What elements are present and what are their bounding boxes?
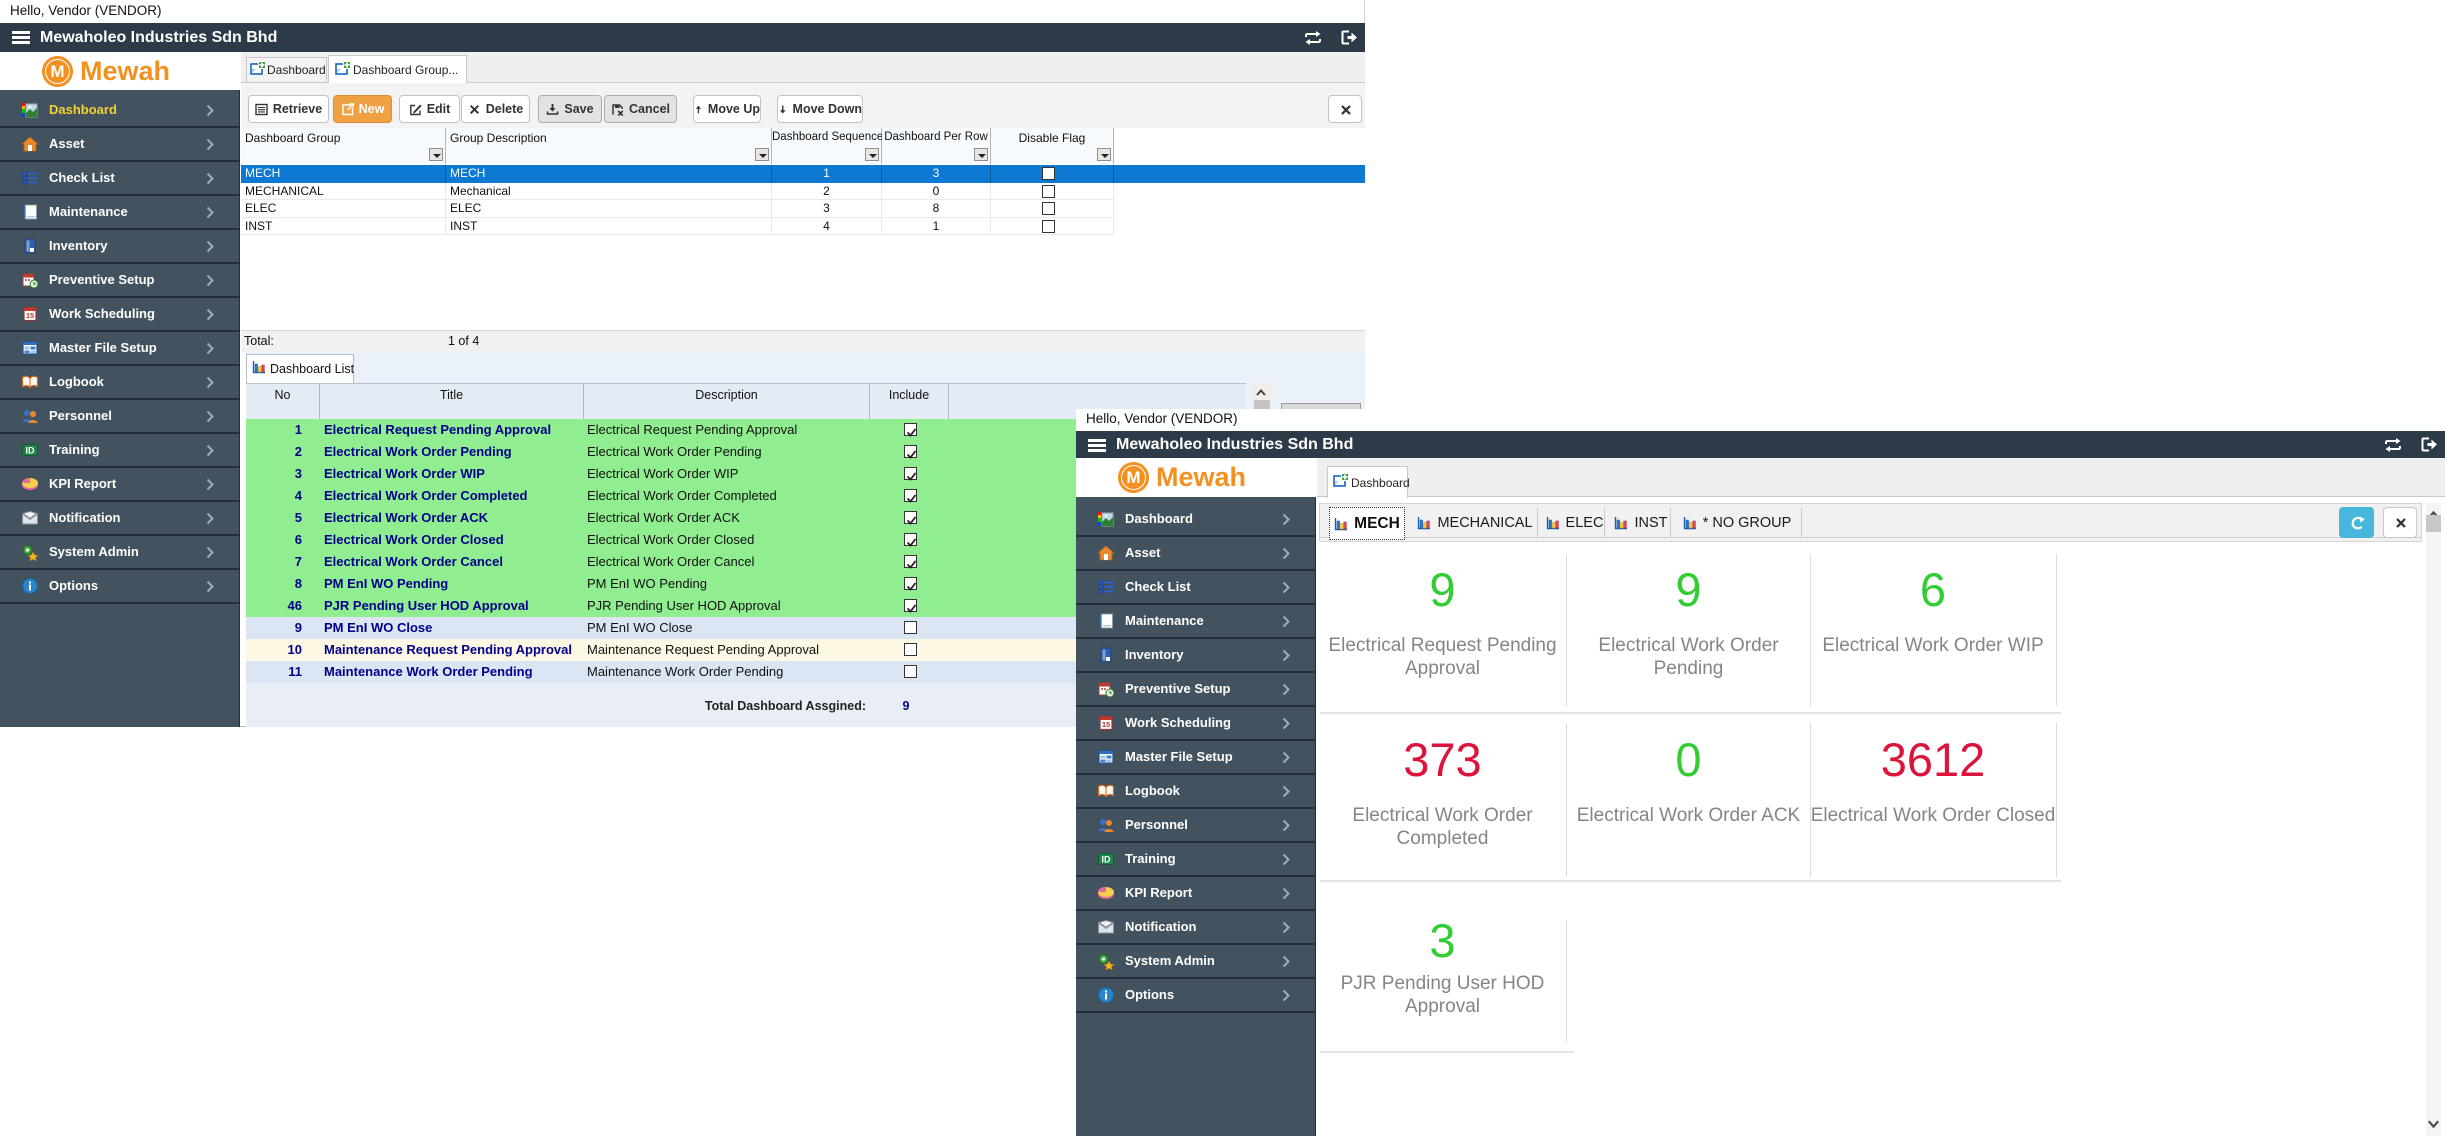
svg-text:15: 15 [1102, 720, 1110, 729]
svg-text:15: 15 [26, 311, 34, 320]
svg-text:ID: ID [1102, 855, 1112, 865]
svg-text:ID: ID [26, 446, 36, 456]
